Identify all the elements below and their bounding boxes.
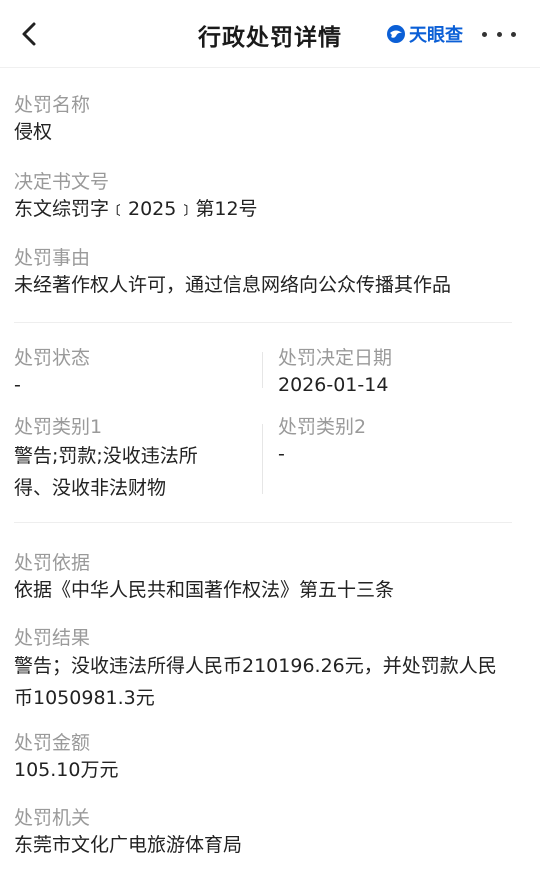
tianyancha-logo-icon <box>387 25 405 43</box>
penalty-name-value: 侵权 <box>14 121 53 143</box>
penalty-basis-label: 处罚依据 <box>14 552 91 574</box>
penalty-type2-label: 处罚类别2 <box>278 416 367 438</box>
penalty-status-label: 处罚状态 <box>14 347 91 369</box>
penalty-basis-value: 依据《中华人民共和国著作权法》第五十三条 <box>14 579 395 601</box>
brand-logo: 天眼查 <box>386 22 463 46</box>
section-divider <box>14 322 512 323</box>
penalty-amount-label: 处罚金额 <box>14 732 91 754</box>
penalty-type1-value: 警告;罚款;没收违法所得、没收非法财物 <box>14 445 198 499</box>
penalty-type1-label: 处罚类别1 <box>14 416 103 438</box>
brand-name: 天眼查 <box>409 25 463 46</box>
more-dots-icon <box>482 31 487 37</box>
top-nav-bar: 行政处罚详情 天眼查 <box>0 0 540 68</box>
decision-number-label: 决定书文号 <box>14 171 110 193</box>
penalty-reason-label: 处罚事由 <box>14 247 91 269</box>
penalty-authority-label: 处罚机关 <box>14 807 91 829</box>
column-divider <box>262 352 263 388</box>
penalty-name-label: 处罚名称 <box>14 94 91 116</box>
penalty-reason-value: 未经著作权人许可，通过信息网络向公众传播其作品 <box>14 274 452 296</box>
decision-date-value: 2026-01-14 <box>278 374 389 396</box>
decision-number-value: 东文综罚字﹝2025﹞第12号 <box>14 198 258 220</box>
penalty-amount-value: 105.10万元 <box>14 759 119 781</box>
more-button[interactable] <box>482 22 516 46</box>
penalty-type2-value: - <box>278 443 285 465</box>
penalty-status-value: - <box>14 374 21 396</box>
penalty-result-value: 警告；没收违法所得人民币210196.26元，并处罚款人民币1050981.3元 <box>14 655 497 709</box>
section-divider <box>14 522 512 523</box>
penalty-result-label: 处罚结果 <box>14 627 91 649</box>
decision-date-label: 处罚决定日期 <box>278 347 393 369</box>
column-divider <box>262 424 263 494</box>
penalty-authority-value: 东莞市文化广电旅游体育局 <box>14 834 243 856</box>
